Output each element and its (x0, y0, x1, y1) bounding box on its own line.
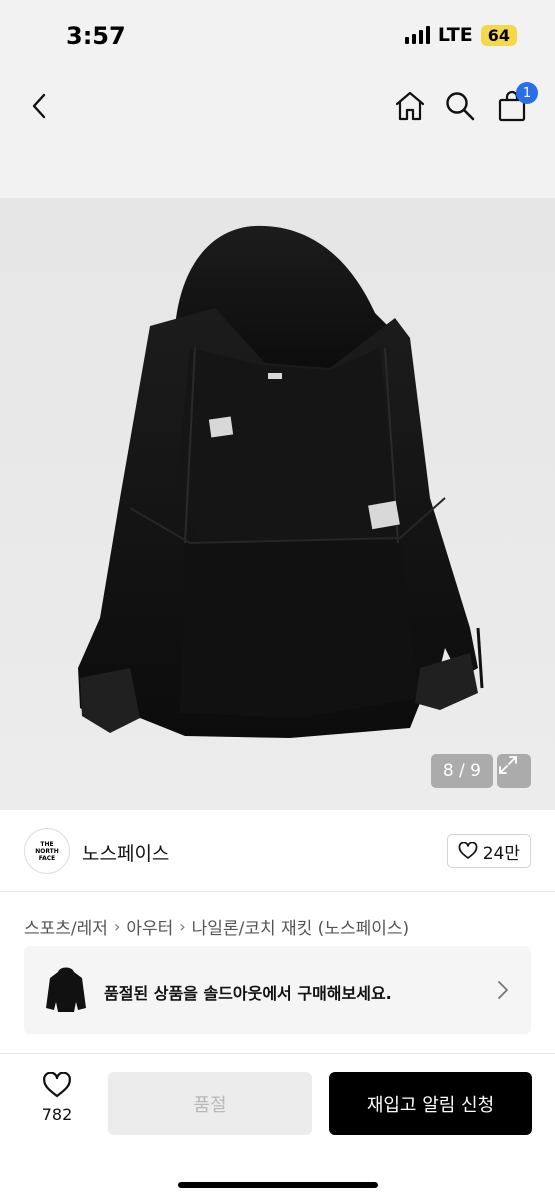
expand-button[interactable] (497, 754, 531, 788)
search-button[interactable] (438, 84, 482, 128)
heart-icon (458, 842, 478, 859)
brand-like-button[interactable]: 24만 (446, 834, 531, 868)
breadcrumb-item[interactable]: 아우터 (126, 914, 173, 939)
breadcrumb-separator-icon: › (113, 917, 121, 936)
bottom-action-bar: 782 품절 재입고 알림 신청 (0, 1053, 555, 1200)
status-indicators: LTE 64 (404, 24, 517, 46)
soldout-banner-text: 품절된 상품을 솔드아웃에서 구매해보세요. (104, 984, 392, 1003)
status-time: 3:57 (66, 22, 126, 50)
breadcrumb-item[interactable]: 스포츠/레저 (24, 914, 108, 939)
product-thumbnail (38, 962, 94, 1018)
search-icon (446, 92, 475, 121)
breadcrumb: 스포츠/레저 › 아우터 › 나일론/코치 재킷 (노스페이스) (24, 914, 409, 939)
signal-icon (404, 26, 430, 44)
image-counter: 8 / 9 (430, 754, 493, 788)
soldout-button: 품절 (108, 1072, 312, 1135)
network-label: LTE (437, 24, 473, 46)
breadcrumb-separator-icon: › (179, 917, 186, 936)
product-image[interactable]: 8 / 9 (0, 198, 555, 810)
brand-like-count: 24만 (482, 843, 520, 864)
back-button[interactable] (18, 84, 62, 128)
chevron-left-icon (32, 93, 46, 119)
battery-badge: 64 (480, 24, 517, 46)
jacket-illustration (78, 225, 484, 738)
cart-button[interactable]: 1 (490, 82, 538, 128)
wishlist-button[interactable]: 782 (28, 1072, 86, 1138)
home-icon (395, 91, 425, 121)
soldout-banner[interactable]: 품절된 상품을 솔드아웃에서 구매해보세요. (24, 946, 531, 1034)
restock-alert-button[interactable]: 재입고 알림 신청 (329, 1072, 532, 1135)
nav-bar: 1 (0, 70, 555, 198)
brand-name[interactable]: 노스페이스 (82, 839, 169, 866)
chevron-right-icon (498, 981, 508, 999)
wishlist-count: 782 (41, 1105, 73, 1124)
status-bar: 3:57 LTE 64 (0, 0, 555, 70)
home-indicator (178, 1182, 378, 1188)
brand-logo[interactable]: THE NORTH FACE (24, 828, 70, 874)
brand-row[interactable]: THE NORTH FACE 노스페이스 24만 (0, 810, 555, 892)
cart-count-badge: 1 (516, 82, 538, 104)
home-button[interactable] (388, 84, 432, 128)
heart-icon (43, 1072, 71, 1098)
expand-icon (499, 756, 517, 774)
breadcrumb-item[interactable]: 나일론/코치 재킷 (노스페이스) (192, 914, 409, 939)
